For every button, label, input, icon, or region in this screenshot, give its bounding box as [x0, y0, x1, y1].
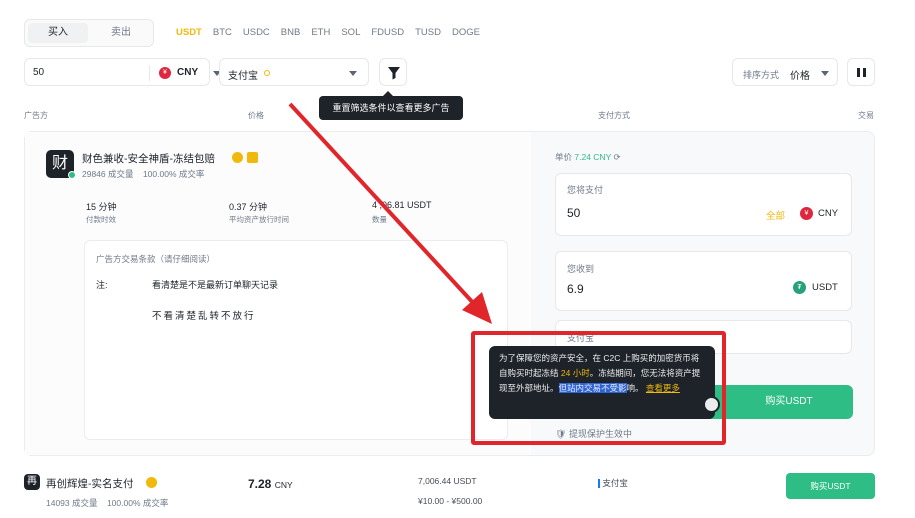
price-currency: CNY	[274, 480, 293, 490]
avatar[interactable]: 再	[24, 474, 40, 490]
annotation-arrow-icon	[288, 102, 492, 324]
verified-badge-icon	[146, 477, 157, 488]
annotation-highlight-box	[471, 331, 726, 445]
price-value: 7.28	[248, 477, 272, 491]
payment-method: 支付宝	[598, 477, 628, 489]
payment-method-label: 支付宝	[602, 478, 628, 488]
payment-marker-icon	[598, 479, 600, 489]
buy-usdt-button[interactable]: 购买USDT	[786, 473, 875, 499]
merchant-name[interactable]: 再创辉煌-实名支付	[46, 476, 134, 491]
completion-rate: 100.00% 成交率	[106, 498, 169, 508]
order-count: 14093 成交量	[46, 498, 98, 508]
ad-price: 7.28 CNY	[248, 477, 293, 491]
order-limit: ¥10.00 - ¥500.00	[418, 496, 483, 506]
available-amount: 7,006.44 USDT	[418, 476, 477, 486]
merchant-stats: 14093 成交量 100.00% 成交率	[46, 497, 168, 509]
